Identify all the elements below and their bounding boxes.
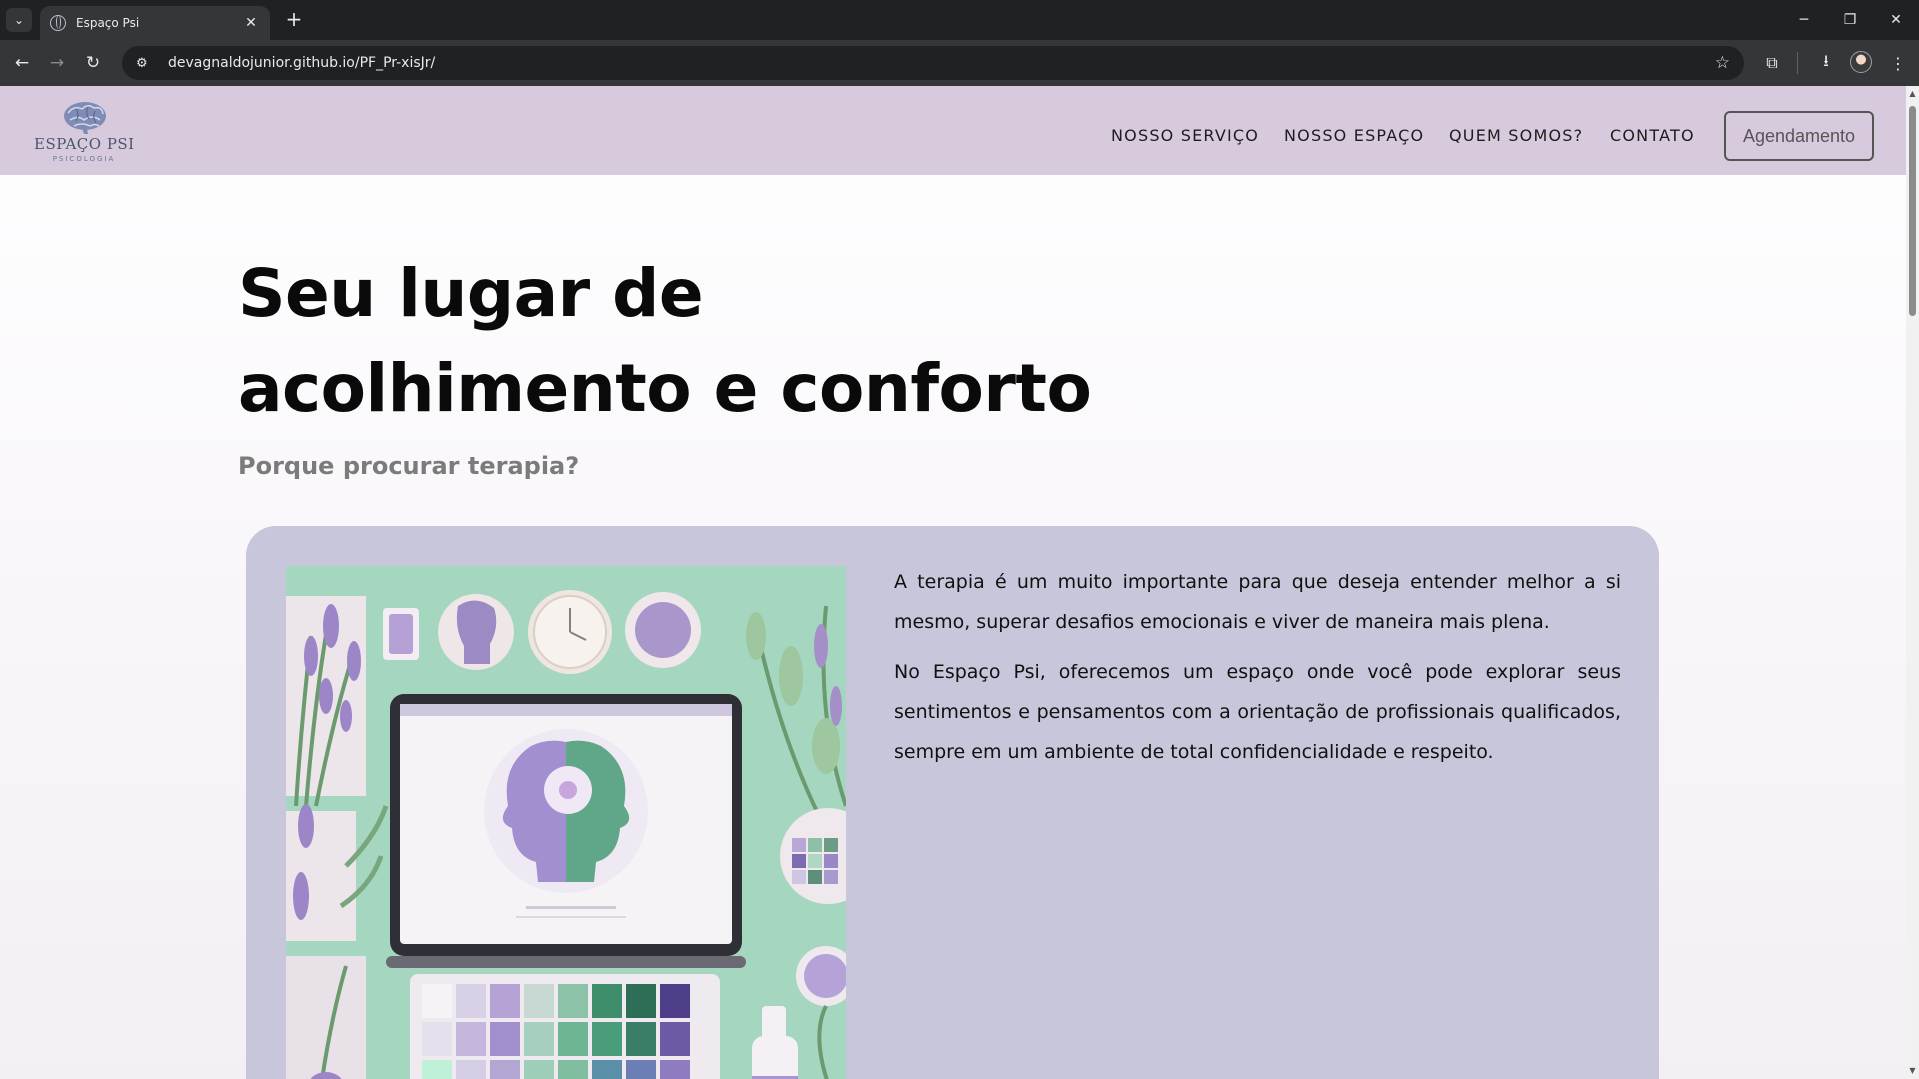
page-viewport: ESPAÇO PSI PSICOLOGIA NOSSO SERVIÇO NOSS… xyxy=(0,86,1906,1079)
card-paragraph: A terapia é um muito importante para que… xyxy=(894,571,1621,633)
site-info-icon[interactable]: ⚙ xyxy=(136,56,156,71)
logo-tagline: PSICOLOGIA xyxy=(52,155,116,163)
browser-tab[interactable]: Espaço Psi ✕ xyxy=(40,6,270,40)
nav-quem-somos[interactable]: QUEM SOMOS? xyxy=(1449,126,1583,145)
toolbar-divider xyxy=(1797,52,1798,74)
address-bar[interactable]: ⚙ devagnaldojunior.github.io/PF_Pr-xisJr… xyxy=(122,46,1744,80)
back-icon[interactable]: ← xyxy=(10,51,34,75)
nav-contato[interactable]: CONTATO xyxy=(1610,126,1695,145)
flatlay-image xyxy=(286,566,846,1079)
browser-tab-strip: ⌄ Espaço Psi ✕ + ─ ❐ ✕ xyxy=(0,0,1919,40)
tab-title: Espaço Psi xyxy=(76,16,140,30)
browser-toolbar: ← → ↻ ⚙ devagnaldojunior.github.io/PF_Pr… xyxy=(0,40,1919,86)
therapy-info-card: A terapia é um muito importante para que… xyxy=(246,526,1659,1079)
site-logo[interactable]: ESPAÇO PSI PSICOLOGIA xyxy=(34,101,134,167)
profile-avatar[interactable] xyxy=(1850,51,1872,73)
scrollbar-thumb[interactable] xyxy=(1909,106,1916,316)
new-tab-icon[interactable]: + xyxy=(282,8,306,30)
hero-subtitle: Porque procurar terapia? xyxy=(238,452,580,480)
globe-icon xyxy=(50,15,66,31)
site-header: ESPAÇO PSI PSICOLOGIA NOSSO SERVIÇO NOSS… xyxy=(0,86,1906,175)
star-icon[interactable]: ☆ xyxy=(1715,53,1730,73)
kebab-icon[interactable]: ⋮ xyxy=(1886,51,1910,75)
logo-name: ESPAÇO PSI xyxy=(34,135,135,153)
forward-icon[interactable]: → xyxy=(45,51,69,75)
close-tab-icon[interactable]: ✕ xyxy=(242,15,260,31)
hero-title: Seu lugar de acolhimento e conforto xyxy=(238,255,1092,427)
therapy-illustration xyxy=(286,566,846,1079)
scroll-up-icon[interactable]: ▲ xyxy=(1908,89,1917,98)
scroll-down-icon[interactable]: ▼ xyxy=(1908,1066,1917,1075)
page-scrollbar[interactable]: ▲ ▼ xyxy=(1906,86,1919,1079)
restore-icon[interactable]: ❐ xyxy=(1827,0,1873,40)
tab-search-icon[interactable]: ⌄ xyxy=(6,8,32,32)
card-text: A terapia é um muito importante para que… xyxy=(894,562,1621,782)
nav-nosso-espaco[interactable]: NOSSO ESPAÇO xyxy=(1284,126,1424,145)
nav-nosso-servico[interactable]: NOSSO SERVIÇO xyxy=(1111,126,1259,145)
download-icon[interactable]: ⭳ xyxy=(1814,51,1838,75)
reload-icon[interactable]: ↻ xyxy=(81,51,105,75)
url-text[interactable]: devagnaldojunior.github.io/PF_Pr-xisJr/ xyxy=(168,55,1715,71)
puzzle-icon[interactable]: ⧉ xyxy=(1760,51,1784,75)
minimize-icon[interactable]: ─ xyxy=(1781,0,1827,40)
agendamento-button[interactable]: Agendamento xyxy=(1724,111,1874,161)
close-window-icon[interactable]: ✕ xyxy=(1873,0,1919,40)
brain-icon xyxy=(64,102,106,134)
card-paragraph: No Espaço Psi, oferecemos um espaço onde… xyxy=(894,661,1621,763)
